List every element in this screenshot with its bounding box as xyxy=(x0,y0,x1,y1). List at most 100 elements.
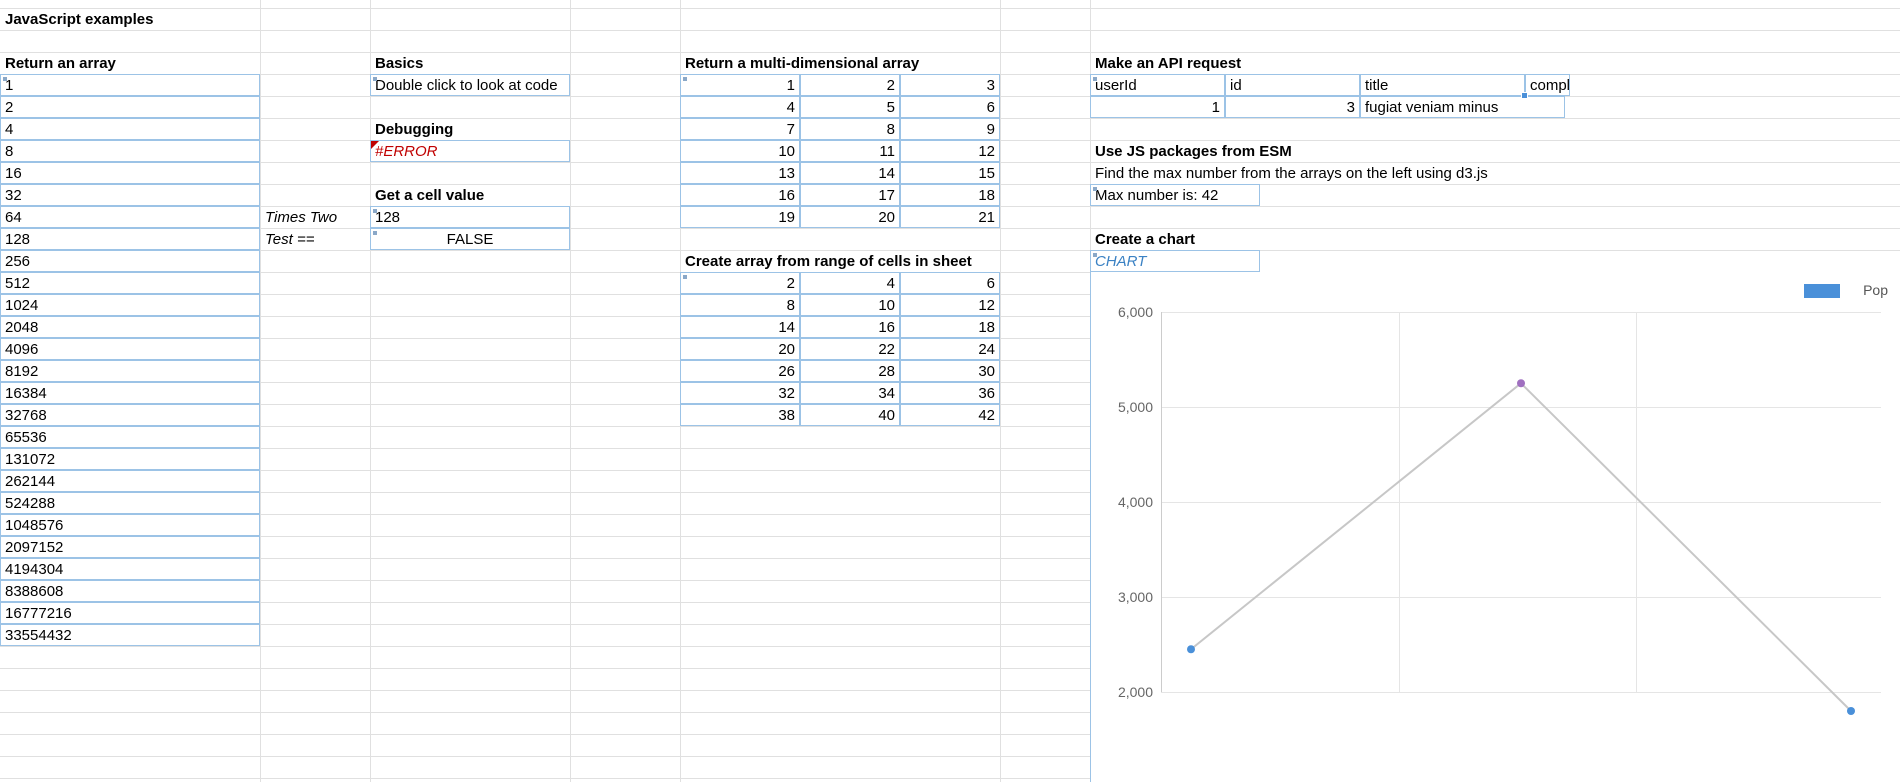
rangearray-cell[interactable]: 18 xyxy=(900,316,1000,338)
array-cell[interactable]: 2 xyxy=(0,96,260,118)
esm-result-cell[interactable]: Max number is: 42 xyxy=(1090,184,1260,206)
get-cell-value[interactable]: 128 xyxy=(370,206,570,228)
array-cell[interactable]: 8 xyxy=(0,140,260,162)
multidim-cell[interactable]: 13 xyxy=(680,162,800,184)
rangearray-cell[interactable]: 8 xyxy=(680,294,800,316)
array-cell[interactable]: 262144 xyxy=(0,470,260,492)
rangearray-cell[interactable]: 38 xyxy=(680,404,800,426)
array-cell[interactable]: 4194304 xyxy=(0,558,260,580)
array-cell[interactable]: 32 xyxy=(0,184,260,206)
rangearray-cell[interactable]: 2 xyxy=(680,272,800,294)
array-cell[interactable]: 16 xyxy=(0,162,260,184)
array-cell[interactable]: 65536 xyxy=(0,426,260,448)
multidim-cell[interactable]: 1 xyxy=(680,74,800,96)
rangearray-cell[interactable]: 42 xyxy=(900,404,1000,426)
rangearray-cell[interactable]: 34 xyxy=(800,382,900,404)
error-cell[interactable]: #ERROR xyxy=(370,140,570,162)
fill-handle[interactable] xyxy=(1521,92,1528,99)
array-cell[interactable]: 33554432 xyxy=(0,624,260,646)
multidim-cell[interactable]: 20 xyxy=(800,206,900,228)
chart-point[interactable] xyxy=(1187,645,1195,653)
multidim-cell[interactable]: 10 xyxy=(680,140,800,162)
page-title: JavaScript examples xyxy=(0,8,260,30)
label-test-eq: Test == xyxy=(260,228,370,250)
multidim-cell[interactable]: 12 xyxy=(900,140,1000,162)
multidim-cell[interactable]: 14 xyxy=(800,162,900,184)
spreadsheet-grid[interactable]: JavaScript examplesReturn an arrayBasics… xyxy=(0,0,1900,782)
array-cell[interactable]: 16777216 xyxy=(0,602,260,624)
array-cell[interactable]: 128 xyxy=(0,228,260,250)
rangearray-cell[interactable]: 20 xyxy=(680,338,800,360)
multidim-cell[interactable]: 19 xyxy=(680,206,800,228)
array-cell[interactable]: 2048 xyxy=(0,316,260,338)
multidim-cell[interactable]: 4 xyxy=(680,96,800,118)
rangearray-cell[interactable]: 10 xyxy=(800,294,900,316)
array-cell[interactable]: 32768 xyxy=(0,404,260,426)
heading-basics: Basics xyxy=(370,52,570,74)
rangearray-cell[interactable]: 36 xyxy=(900,382,1000,404)
api-data-cell[interactable]: 3 xyxy=(1225,96,1360,118)
heading-range-array: Create array from range of cells in shee… xyxy=(680,250,1080,272)
rangearray-cell[interactable]: 28 xyxy=(800,360,900,382)
rangearray-cell[interactable]: 4 xyxy=(800,272,900,294)
chart-point[interactable] xyxy=(1517,379,1525,387)
heading-debugging: Debugging xyxy=(370,118,570,140)
api-header-cell[interactable]: id xyxy=(1225,74,1360,96)
rangearray-cell[interactable]: 12 xyxy=(900,294,1000,316)
chart-placeholder-cell[interactable]: CHART xyxy=(1090,250,1260,272)
rangearray-cell[interactable]: 22 xyxy=(800,338,900,360)
chart-area[interactable]: Pop6,0005,0004,0003,0002,000 xyxy=(1090,272,1900,782)
multidim-cell[interactable]: 15 xyxy=(900,162,1000,184)
array-cell[interactable]: 131072 xyxy=(0,448,260,470)
chart-line xyxy=(1191,383,1851,711)
multidim-cell[interactable]: 2 xyxy=(800,74,900,96)
array-cell[interactable]: 4 xyxy=(0,118,260,140)
rangearray-cell[interactable]: 16 xyxy=(800,316,900,338)
multidim-cell[interactable]: 5 xyxy=(800,96,900,118)
array-cell[interactable]: 1048576 xyxy=(0,514,260,536)
api-header-cell[interactable]: title xyxy=(1360,74,1525,96)
array-cell[interactable]: 256 xyxy=(0,250,260,272)
array-cell[interactable]: 8192 xyxy=(0,360,260,382)
chart-svg xyxy=(1091,272,1900,782)
multidim-cell[interactable]: 11 xyxy=(800,140,900,162)
heading-create-chart: Create a chart xyxy=(1090,228,1290,250)
array-cell[interactable]: 16384 xyxy=(0,382,260,404)
multidim-cell[interactable]: 7 xyxy=(680,118,800,140)
rangearray-cell[interactable]: 26 xyxy=(680,360,800,382)
api-header-cell[interactable]: userId xyxy=(1090,74,1225,96)
array-cell[interactable]: 2097152 xyxy=(0,536,260,558)
heading-esm: Use JS packages from ESM xyxy=(1090,140,1390,162)
array-cell[interactable]: 8388608 xyxy=(0,580,260,602)
array-cell[interactable]: 524288 xyxy=(0,492,260,514)
array-cell[interactable]: 1024 xyxy=(0,294,260,316)
multidim-cell[interactable]: 3 xyxy=(900,74,1000,96)
chart-point[interactable] xyxy=(1847,707,1855,715)
api-data-cell[interactable]: 1 xyxy=(1090,96,1225,118)
api-header-cell[interactable]: compl xyxy=(1525,74,1570,96)
rangearray-cell[interactable]: 32 xyxy=(680,382,800,404)
multidim-cell[interactable]: 16 xyxy=(680,184,800,206)
rangearray-cell[interactable]: 6 xyxy=(900,272,1000,294)
multidim-cell[interactable]: 17 xyxy=(800,184,900,206)
multidim-cell[interactable]: 18 xyxy=(900,184,1000,206)
rangearray-cell[interactable]: 24 xyxy=(900,338,1000,360)
array-cell[interactable]: 64 xyxy=(0,206,260,228)
multidim-cell[interactable]: 8 xyxy=(800,118,900,140)
rangearray-cell[interactable]: 40 xyxy=(800,404,900,426)
multidim-cell[interactable]: 21 xyxy=(900,206,1000,228)
basics-cell[interactable]: Double click to look at code xyxy=(370,74,570,96)
test-result-cell[interactable]: FALSE xyxy=(370,228,570,250)
multidim-cell[interactable]: 9 xyxy=(900,118,1000,140)
rangearray-cell[interactable]: 14 xyxy=(680,316,800,338)
array-cell[interactable]: 1 xyxy=(0,74,260,96)
api-data-cell[interactable]: fugiat veniam minus xyxy=(1360,96,1565,118)
gridline xyxy=(0,30,1900,31)
multidim-cell[interactable]: 6 xyxy=(900,96,1000,118)
array-cell[interactable]: 4096 xyxy=(0,338,260,360)
heading-multidim: Return a multi-dimensional array xyxy=(680,52,1000,74)
heading-get-cell-value: Get a cell value xyxy=(370,184,570,206)
array-cell[interactable]: 512 xyxy=(0,272,260,294)
rangearray-cell[interactable]: 30 xyxy=(900,360,1000,382)
gridline xyxy=(0,8,1900,9)
